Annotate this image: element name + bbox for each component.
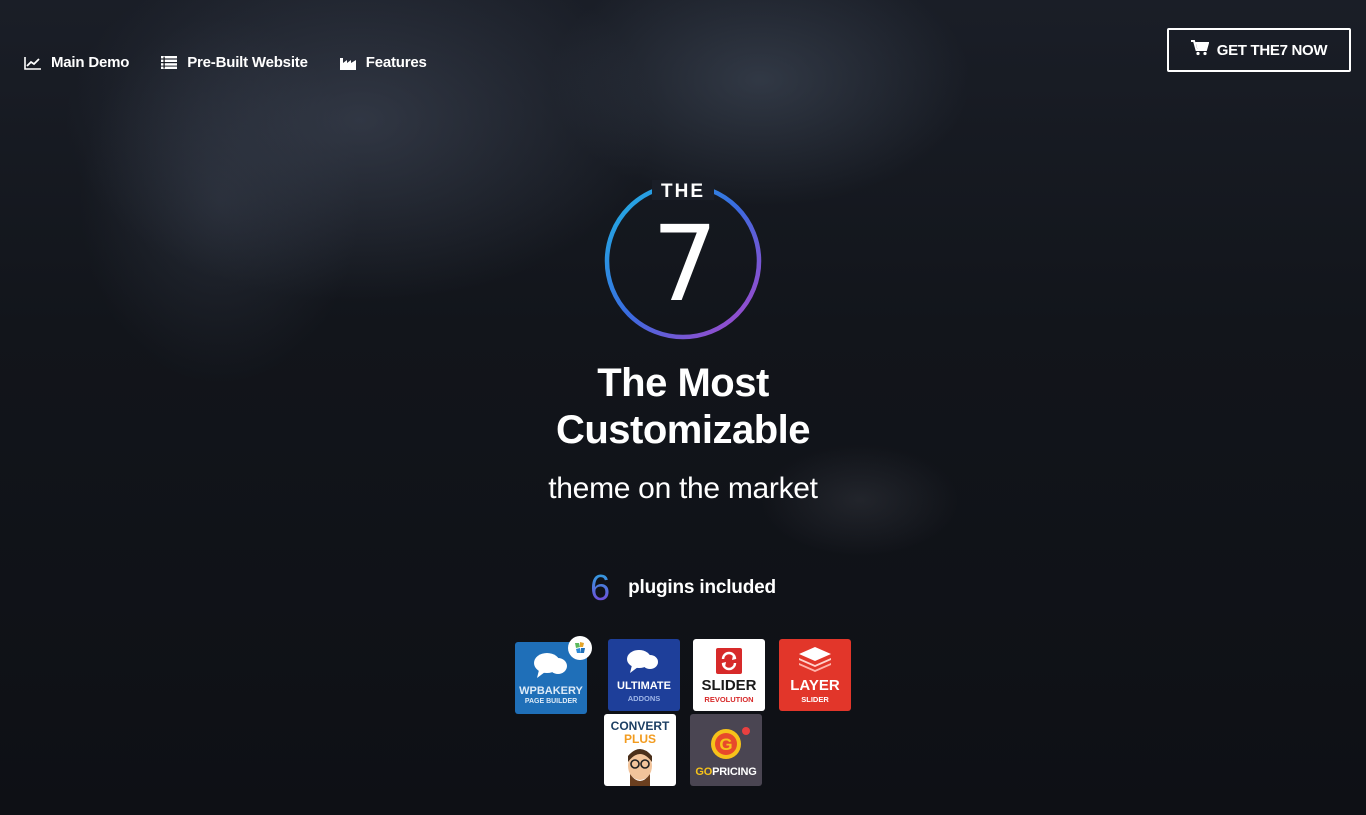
svg-text:G: G (719, 735, 732, 754)
layer-slider-badge[interactable]: LAYER SLIDER (779, 639, 851, 711)
slider-revolution-badge[interactable]: SLIDER REVOLUTION (693, 639, 765, 711)
badge-title: ULTIMATE (617, 680, 671, 692)
hero-subtitle: theme on the market (548, 472, 818, 505)
plugins-label: plugins included (628, 577, 776, 598)
badge-subtitle: ADDONS (627, 694, 661, 703)
nav-item-label: Features (365, 54, 427, 71)
badge-title: WPBAKERY (519, 685, 583, 697)
cart-icon (1190, 39, 1210, 61)
go-pricing-badge[interactable]: G GOPRICING (690, 714, 762, 786)
badge-subtitle: REVOLUTION (704, 695, 754, 704)
hero-line-1: The Most (597, 361, 769, 405)
factory-icon (339, 56, 357, 70)
convert-plus-badge[interactable]: CONVERT PLUS (604, 714, 676, 786)
mascot-icon (628, 749, 652, 786)
top-nav: Main Demo Pre-Built Website Features (24, 54, 458, 71)
nav-item-label: Pre-Built Website (187, 54, 308, 71)
badge-title-go: GO (695, 766, 713, 778)
badge-subtitle: SLIDER (801, 695, 829, 704)
nav-item-main-demo[interactable]: Main Demo (24, 54, 129, 71)
hero-headline: The Most Customizable (0, 360, 1366, 454)
badge-title: GOPRICING (690, 766, 762, 778)
nav-item-pre-built-website[interactable]: Pre-Built Website (160, 54, 308, 71)
badge-subtitle: PAGE BUILDER (524, 698, 578, 705)
nav-item-features[interactable]: Features (339, 54, 427, 71)
the7-logo: THE 7 (602, 180, 764, 342)
get-the7-now-button[interactable]: GET THE7 NOW (1167, 28, 1351, 72)
line-chart-icon (24, 56, 42, 70)
cta-label: GET THE7 NOW (1216, 41, 1328, 59)
badge-title: LAYER (790, 677, 840, 694)
hero-line-2: Customizable (555, 408, 811, 452)
badge-title: SLIDER (701, 677, 757, 694)
plugins-count: 6 (590, 567, 611, 608)
logo-number: 7 (652, 203, 718, 325)
list-icon (160, 56, 178, 70)
wpbakery-extension-badge (568, 636, 592, 660)
logo-top-text: THE (661, 181, 705, 202)
nav-item-label: Main Demo (51, 54, 130, 71)
puzzle-icon (575, 642, 585, 653)
ultimate-addons-badge[interactable]: ULTIMATE ADDONS (608, 639, 680, 711)
plugins-included: 6 plugins included (0, 570, 1366, 606)
badge-title-pricing: PRICING (712, 766, 757, 778)
